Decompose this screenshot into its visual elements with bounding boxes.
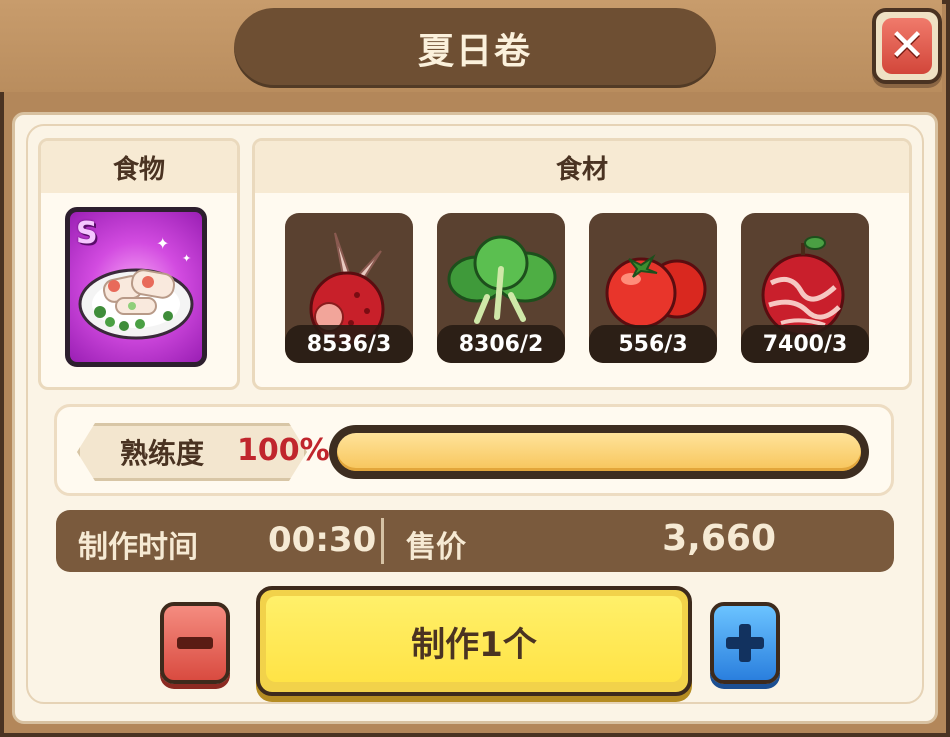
- food-item-card[interactable]: ✦ ✦ S: [65, 207, 207, 367]
- make-button-label: 制作1个: [411, 624, 537, 665]
- increase-button[interactable]: [710, 602, 780, 684]
- mastery-section: 熟练度 100%: [54, 404, 894, 496]
- sell-price-value: 3,660: [662, 518, 776, 559]
- close-button[interactable]: ✕: [872, 8, 942, 84]
- food-section: 食物 ✦ ✦ S: [38, 138, 240, 390]
- craft-time-value: 00:30: [268, 520, 377, 560]
- plus-icon: [726, 624, 764, 662]
- ingredient-count: 7400/3: [741, 325, 869, 363]
- craft-time-label: 制作时间: [78, 530, 198, 565]
- mastery-label-text: 熟练度: [120, 437, 205, 470]
- sell-price-label: 售价: [406, 530, 466, 565]
- ingredients-section: 食材 8536/3 8306/2 556/3 7400/3: [252, 138, 912, 390]
- ingredient-slot[interactable]: 556/3: [589, 213, 717, 363]
- ingredient-slot[interactable]: 7400/3: [741, 213, 869, 363]
- decrease-button[interactable]: [160, 602, 230, 684]
- dialog-title: 夏日卷: [234, 8, 716, 88]
- food-section-header: 食物: [41, 141, 237, 193]
- mastery-percent: 100%: [237, 433, 330, 468]
- rank-badge: S: [76, 216, 98, 251]
- ingredients-section-header: 食材: [255, 141, 909, 193]
- minus-icon: [177, 637, 213, 649]
- ingredient-count: 556/3: [589, 325, 717, 363]
- info-divider: [381, 518, 384, 564]
- ingredient-count: 8536/3: [285, 325, 413, 363]
- mastery-progress-fill: [337, 433, 861, 471]
- mastery-progress-bar: [329, 425, 869, 479]
- info-bar: 制作时间 00:30 售价 3,660: [56, 510, 894, 572]
- make-button[interactable]: 制作1个: [256, 586, 692, 696]
- ingredient-slot[interactable]: 8306/2: [437, 213, 565, 363]
- ingredient-count: 8306/2: [437, 325, 565, 363]
- ingredient-slot[interactable]: 8536/3: [285, 213, 413, 363]
- close-x-icon: ✕: [882, 18, 932, 74]
